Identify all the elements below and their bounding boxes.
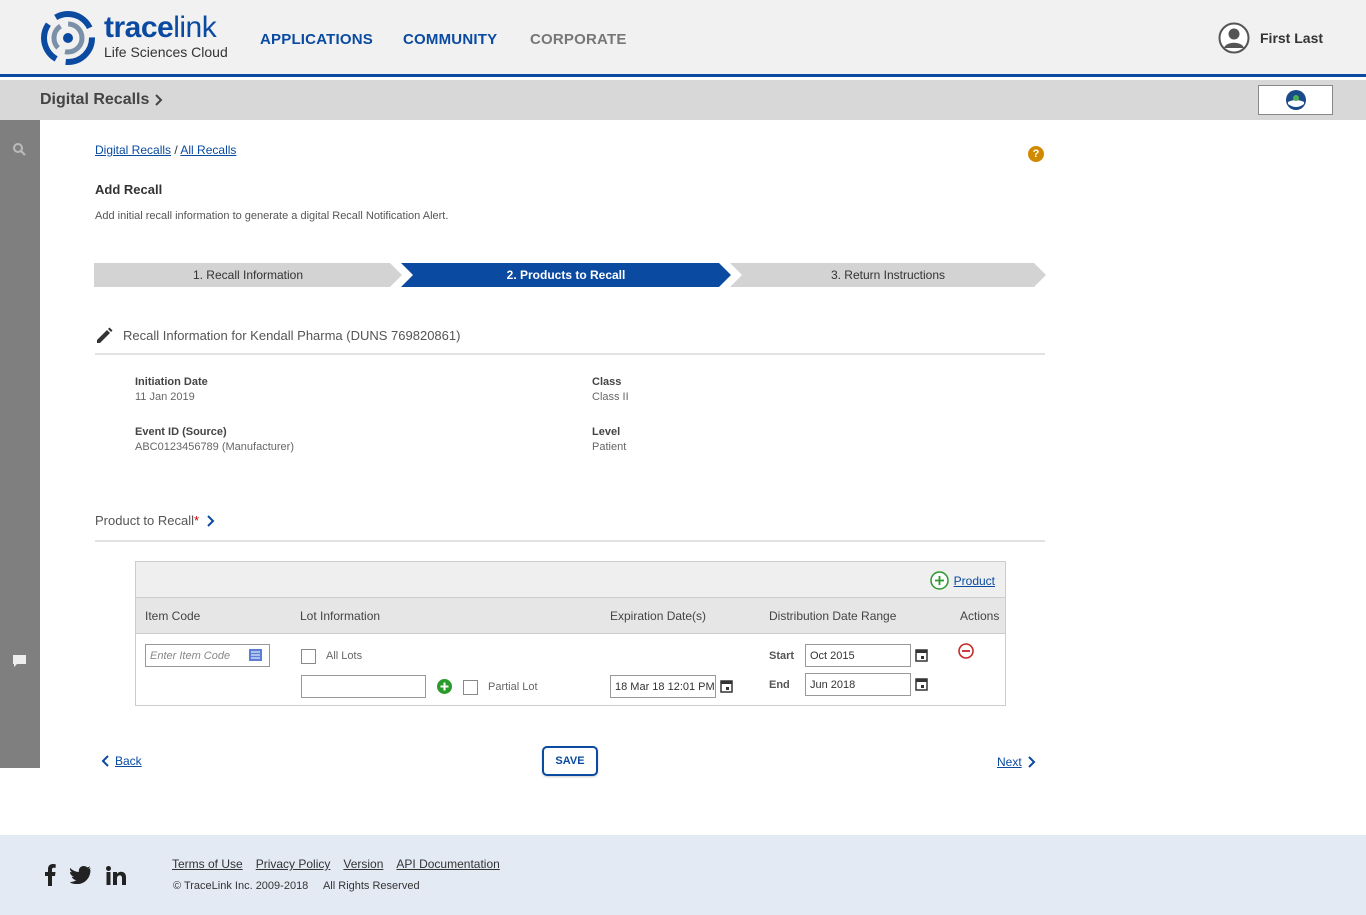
- user-avatar-icon: [1218, 22, 1250, 54]
- table-row: Enter Item Code All Lots Partial Lot 18 …: [136, 634, 1005, 704]
- app-title-label: Digital Recalls: [40, 91, 150, 108]
- product-heading-text: Product to Recall: [95, 513, 194, 528]
- chevron-left-icon: [101, 755, 109, 767]
- col-lot-information: Lot Information: [300, 609, 381, 623]
- nav-corporate[interactable]: CORPORATE: [530, 31, 627, 48]
- footer-link-version[interactable]: Version: [343, 857, 383, 871]
- chevron-right-icon: [1027, 756, 1036, 768]
- tracelink-logo-icon: [41, 11, 95, 65]
- footer-links: Terms of Use Privacy Policy Version API …: [172, 857, 513, 871]
- breadcrumb-separator: /: [174, 143, 178, 157]
- add-product-label[interactable]: Product: [954, 574, 995, 588]
- company-logo-box[interactable]: [1258, 85, 1333, 115]
- breadcrumb-digital-recalls[interactable]: Digital Recalls: [95, 143, 171, 157]
- end-label: End: [769, 679, 790, 691]
- info-event-id: Event ID (Source) ABC0123456789 (Manufac…: [135, 426, 294, 453]
- next-link[interactable]: Next: [997, 755, 1022, 769]
- col-expiration-dates: Expiration Date(s): [610, 609, 707, 623]
- footer-link-terms[interactable]: Terms of Use: [172, 857, 243, 871]
- info-value: Class II: [592, 391, 629, 403]
- company-logo-icon: [1285, 90, 1306, 110]
- info-label: Class: [592, 376, 622, 388]
- product-table-toolbar: Product: [136, 562, 1005, 598]
- start-label: Start: [769, 650, 795, 662]
- help-icon[interactable]: ?: [1028, 146, 1044, 162]
- item-code-placeholder: Enter Item Code: [150, 649, 231, 662]
- info-class: Class Class II: [592, 376, 629, 403]
- app-title[interactable]: Digital Recalls: [40, 91, 163, 109]
- all-lots-checkbox[interactable]: [301, 649, 316, 664]
- main-content: Digital Recalls / All Recalls ? Add Reca…: [94, 120, 1046, 780]
- search-icon[interactable]: [12, 142, 27, 157]
- end-date-input[interactable]: Jun 2018: [805, 673, 911, 696]
- footer-link-privacy[interactable]: Privacy Policy: [256, 857, 331, 871]
- expiration-date-input[interactable]: 18 Mar 18 12:01 PM: [610, 675, 716, 698]
- recall-info-heading: Recall Information for Kendall Pharma (D…: [95, 326, 1045, 355]
- step-return-instructions[interactable]: 3. Return Instructions: [730, 263, 1046, 287]
- linkedin-icon[interactable]: [106, 865, 126, 885]
- info-value: Patient: [592, 441, 627, 453]
- add-lot-icon[interactable]: [437, 679, 452, 694]
- footer: Terms of Use Privacy Policy Version API …: [0, 835, 1366, 915]
- info-value: ABC0123456789 (Manufacturer): [135, 441, 294, 453]
- remove-row-icon[interactable]: [958, 643, 974, 659]
- back-link[interactable]: Back: [115, 754, 142, 768]
- info-level: Level Patient: [592, 426, 626, 453]
- required-asterisk: *: [194, 513, 200, 528]
- chevron-right-icon: [155, 94, 163, 106]
- nav-applications[interactable]: APPLICATIONS: [260, 31, 373, 48]
- partial-lot-checkbox[interactable]: [463, 680, 478, 695]
- page-title: Add Recall: [95, 182, 163, 197]
- col-actions: Actions: [960, 609, 1000, 623]
- recall-info-heading-text: Recall Information for Kendall Pharma (D…: [123, 328, 461, 343]
- info-value: 11 Jan 2019: [135, 391, 195, 403]
- product-table: Product Item Code Lot Information Expira…: [135, 561, 1006, 706]
- top-header: tracelink Life Sciences Cloud APPLICATIO…: [0, 0, 1366, 77]
- lot-number-input[interactable]: [301, 675, 426, 698]
- chevron-right-icon: [207, 515, 215, 527]
- tracelink-logo[interactable]: tracelink Life Sciences Cloud: [40, 10, 228, 66]
- info-label: Initiation Date: [135, 376, 208, 388]
- info-label: Event ID (Source): [135, 426, 227, 438]
- breadcrumb: Digital Recalls / All Recalls: [95, 143, 236, 157]
- left-rail: [0, 120, 40, 768]
- start-date-input[interactable]: Oct 2015: [805, 644, 911, 667]
- back-button[interactable]: Back: [101, 754, 142, 768]
- col-distribution-date-range: Distribution Date Range: [769, 609, 897, 623]
- calendar-icon[interactable]: [915, 648, 928, 662]
- step-products-to-recall[interactable]: 2. Products to Recall: [401, 263, 731, 287]
- logo-wordmark: tracelink: [104, 11, 217, 44]
- col-item-code: Item Code: [145, 609, 201, 623]
- footer-copyright: © TraceLink Inc. 2009-2018 All Rights Re…: [173, 880, 420, 892]
- chat-icon[interactable]: [12, 654, 27, 669]
- nav-community[interactable]: COMMUNITY: [403, 31, 497, 48]
- info-initiation-date: Initiation Date 11 Jan 2019: [135, 376, 208, 403]
- all-lots-label: All Lots: [326, 650, 363, 662]
- breadcrumb-all-recalls[interactable]: All Recalls: [180, 143, 236, 157]
- list-lookup-icon[interactable]: [249, 649, 262, 661]
- product-table-header: Item Code Lot Information Expiration Dat…: [136, 598, 1005, 634]
- info-label: Level: [592, 426, 621, 438]
- twitter-icon[interactable]: [70, 866, 92, 884]
- step-recall-information[interactable]: 1. Recall Information: [94, 263, 402, 287]
- logo-subtitle: Life Sciences Cloud: [104, 44, 228, 60]
- app-subheader: Digital Recalls: [0, 80, 1366, 120]
- next-button[interactable]: Next: [997, 755, 1036, 769]
- user-menu[interactable]: First Last: [1218, 22, 1323, 54]
- edit-pencil-icon[interactable]: [95, 326, 114, 345]
- user-name: First Last: [1260, 30, 1324, 46]
- partial-lot-label: Partial Lot: [488, 681, 538, 693]
- calendar-icon[interactable]: [915, 677, 928, 691]
- add-circle-icon: [929, 571, 949, 590]
- footer-link-api-docs[interactable]: API Documentation: [396, 857, 499, 871]
- wizard-steps: 1. Recall Information 2. Products to Rec…: [94, 263, 1046, 287]
- page-description: Add initial recall information to genera…: [95, 210, 449, 222]
- facebook-icon[interactable]: [44, 864, 56, 886]
- calendar-icon[interactable]: [720, 679, 733, 693]
- save-button[interactable]: SAVE: [542, 746, 598, 776]
- product-to-recall-heading[interactable]: Product to Recall *: [95, 513, 1045, 542]
- social-links: [44, 864, 140, 886]
- add-product-button[interactable]: Product: [929, 571, 995, 590]
